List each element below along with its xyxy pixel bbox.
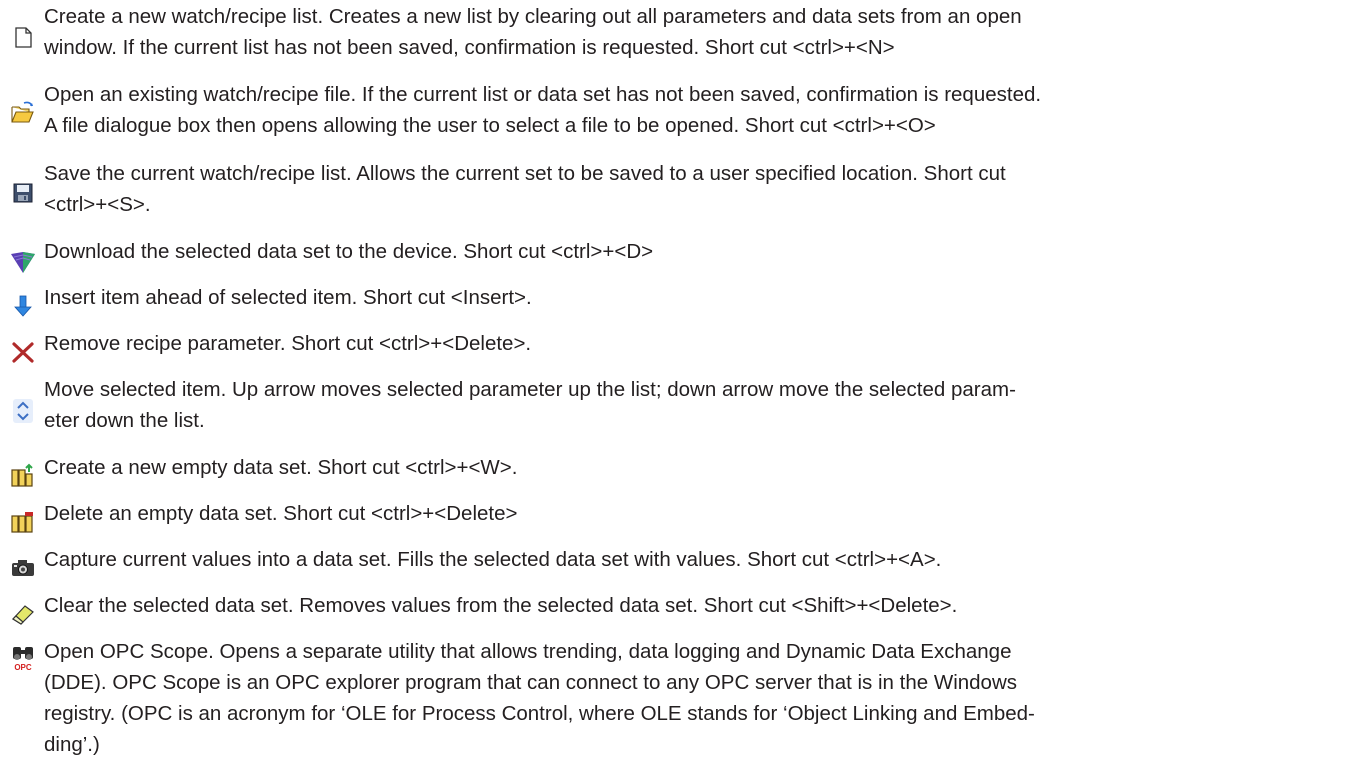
entry-text: Move selected item. Up arrow moves selec… — [44, 378, 1016, 432]
entry-text: Create a new watch/recipe list. Creates … — [44, 5, 1022, 59]
svg-text:OPC: OPC — [14, 663, 32, 671]
open-folder-icon — [10, 100, 36, 126]
entry-text: Save the current watch/recipe list. Allo… — [44, 162, 1006, 216]
entry-text: Remove recipe parameter. Short cut <ctrl… — [44, 332, 532, 355]
entry-text: Insert item ahead of selected item. Shor… — [44, 286, 532, 309]
remove-x-icon — [10, 339, 36, 365]
download-icon — [10, 249, 36, 275]
opc-scope-binoculars-icon: OPC — [10, 645, 36, 671]
new-document-icon — [10, 24, 36, 50]
entry-text: Download the selected data set to the de… — [44, 240, 654, 263]
move-up-down-icon — [10, 398, 36, 424]
new-data-set-icon — [10, 463, 36, 489]
capture-camera-icon — [10, 555, 36, 581]
entry-text: Delete an empty data set. Short cut <ctr… — [44, 502, 518, 525]
entry-text: Capture current values into a data set. … — [44, 548, 942, 571]
delete-data-set-icon — [10, 509, 36, 535]
insert-arrow-icon — [10, 293, 36, 319]
entry-text: Open an existing watch/recipe file. If t… — [44, 83, 1042, 137]
eraser-icon — [10, 601, 36, 627]
entry-text: Clear the selected data set. Removes val… — [44, 594, 958, 617]
entry-text: Create a new empty data set. Short cut <… — [44, 456, 518, 479]
toolbar-help-page: Create a new watch/recipe list. Creates … — [0, 0, 1371, 776]
entry-text: Open OPC Scope. Opens a separate utility… — [44, 640, 1035, 756]
save-disk-icon — [10, 180, 36, 206]
